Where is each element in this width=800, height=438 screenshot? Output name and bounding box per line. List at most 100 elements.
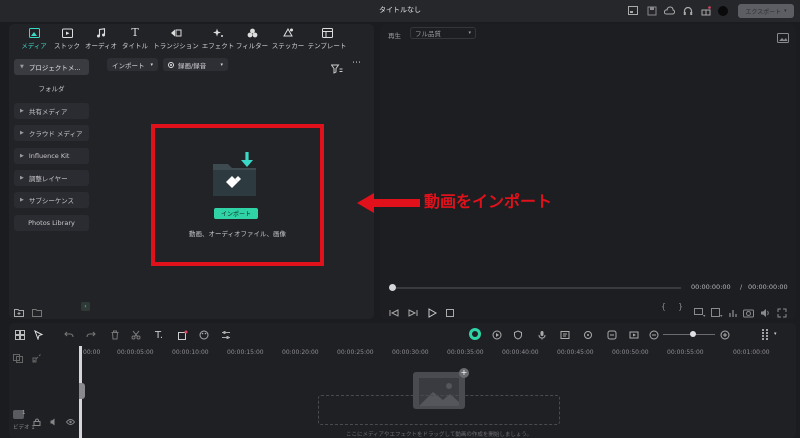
sidebar-item-project-media[interactable]: ▼ プロジェクトメ...	[14, 59, 89, 75]
filter-sort-icon[interactable]	[330, 59, 343, 74]
template-icon	[321, 28, 333, 38]
tab-titles[interactable]: T タイトル	[115, 26, 155, 52]
microphone-icon[interactable]	[536, 329, 548, 341]
volume-icon[interactable]	[760, 303, 771, 317]
voiceover-icon[interactable]	[559, 329, 571, 341]
stop-icon[interactable]	[445, 303, 455, 317]
more-options-icon[interactable]: ⋯	[352, 58, 361, 68]
sidebar-item-label: クラウド メディア	[28, 130, 83, 138]
sidebar-item-label: サブシーケンス	[28, 197, 75, 205]
select-pointer-icon[interactable]	[33, 329, 45, 341]
audio-meter-icon[interactable]	[728, 303, 738, 317]
speaker-icon[interactable]	[50, 411, 58, 426]
tab-label: メディア	[21, 42, 47, 50]
sidebar-item-folder[interactable]: フォルダ	[14, 80, 89, 96]
avatar[interactable]	[718, 6, 728, 16]
import-dropdown-label: インポート	[112, 61, 145, 70]
import-hint-text: 動画、オーディオファイル、画像	[188, 230, 287, 238]
record-icon	[168, 61, 174, 68]
quality-dropdown[interactable]: フル品質 ▾	[410, 27, 476, 39]
playhead-grip[interactable]	[79, 383, 85, 399]
collapse-sidebar-icon[interactable]: ‹	[81, 302, 90, 311]
eye-icon[interactable]	[65, 411, 76, 425]
lock-icon[interactable]	[33, 411, 41, 426]
gift-icon[interactable]	[700, 5, 711, 16]
add-media-icon[interactable]: +	[459, 368, 469, 378]
ruler-label: 00:00:05:00	[117, 349, 154, 356]
export-button[interactable]: エクスポート ▾	[738, 4, 794, 18]
sidebar-item-photos-library[interactable]: Photos Library	[14, 215, 89, 231]
fullscreen-render-icon[interactable]	[711, 303, 723, 317]
scissors-icon[interactable]	[130, 329, 142, 341]
zoom-slider-thumb[interactable]	[690, 331, 696, 337]
annotation-label: 動画をインポート	[424, 192, 553, 211]
mark-out-icon[interactable]: }	[678, 302, 683, 311]
sidebar-item-shared-media[interactable]: ▶ 共有メディア	[14, 103, 89, 119]
tab-transitions[interactable]: トランジション	[153, 28, 199, 52]
import-dropdown[interactable]: インポート ▾	[107, 58, 158, 71]
media-icon	[28, 28, 40, 38]
zoom-in-icon[interactable]	[719, 329, 731, 341]
display-settings-icon[interactable]	[694, 303, 706, 317]
sidebar-item-cloud-media[interactable]: ▶ クラウド メディア	[14, 125, 89, 141]
delete-icon[interactable]	[109, 329, 121, 341]
playhead-handle[interactable]	[389, 284, 396, 291]
link-icon[interactable]	[32, 348, 42, 363]
triangle-down-icon: ▼	[20, 64, 24, 70]
camera-snapshot-icon[interactable]	[743, 303, 754, 318]
headset-icon[interactable]	[682, 5, 693, 16]
sidebar-item-adjustment-layer[interactable]: ▶ 調整レイヤー	[14, 170, 89, 186]
text-t-icon: T	[131, 26, 139, 39]
mark-in-icon[interactable]: {	[661, 302, 666, 311]
export-label: エクスポート	[745, 8, 782, 16]
chevron-down-icon: ▾	[468, 30, 471, 36]
shield-icon[interactable]	[512, 329, 524, 341]
ai-effect-icon[interactable]	[582, 329, 594, 341]
record-dropdown[interactable]: 録画/録音 ▾	[163, 58, 228, 71]
adjust-sliders-icon[interactable]	[220, 329, 232, 341]
step-back-icon[interactable]	[389, 303, 399, 317]
import-folder-icon[interactable]	[210, 150, 260, 198]
layout-options-icon[interactable]	[760, 329, 772, 341]
chevron-down-icon[interactable]: ▾	[774, 331, 777, 337]
render-toggle-icon[interactable]	[469, 328, 481, 340]
import-button[interactable]: インポート	[214, 208, 258, 219]
zoom-slider-track[interactable]	[663, 334, 715, 335]
undo-icon[interactable]	[63, 329, 75, 341]
step-forward-icon[interactable]	[408, 303, 418, 317]
redo-icon[interactable]	[85, 329, 97, 341]
triangle-right-icon: ▶	[20, 197, 24, 203]
sidebar-item-influence-kit[interactable]: ▶ Influence Kit	[14, 148, 89, 164]
new-folder-icon[interactable]	[14, 302, 24, 317]
ruler-label: 00:00:40:00	[502, 349, 539, 356]
snapshot-image-icon[interactable]	[777, 28, 789, 43]
ruler-label: 00:00:10:00	[172, 349, 209, 356]
speed-icon[interactable]	[628, 329, 640, 341]
snap-icon[interactable]	[606, 329, 618, 341]
tab-stickers[interactable]: ステッカー	[268, 28, 308, 52]
play-icon[interactable]	[427, 303, 438, 318]
tab-label: オーディオ	[84, 42, 118, 50]
crop-icon[interactable]	[176, 329, 188, 341]
chevron-down-icon: ▾	[150, 61, 153, 68]
ruler-label: 00:00:20:00	[282, 349, 319, 356]
preview-progress-bar[interactable]	[392, 287, 681, 289]
layout-grid-icon[interactable]	[14, 329, 26, 341]
sidebar-item-subsequence[interactable]: ▶ サブシーケンス	[14, 192, 89, 208]
chevron-down-icon: ▾	[220, 61, 223, 68]
play-circle-icon[interactable]	[491, 329, 503, 341]
sidebar-item-label: フォルダ	[38, 85, 65, 93]
fullscreen-icon[interactable]	[777, 303, 787, 318]
folder-icon[interactable]	[32, 302, 42, 317]
cloud-icon[interactable]	[664, 5, 675, 16]
color-palette-icon[interactable]	[198, 329, 210, 341]
save-icon[interactable]	[646, 5, 657, 16]
layout-icon[interactable]	[627, 5, 638, 16]
tab-templates[interactable]: テンプレート	[307, 28, 347, 52]
timeline-drop-zone[interactable]	[318, 395, 560, 425]
add-track-icon[interactable]	[13, 348, 23, 363]
triangle-right-icon: ▶	[20, 130, 24, 136]
add-text-icon[interactable]: T.	[153, 329, 165, 341]
zoom-out-icon[interactable]	[648, 329, 660, 341]
tab-filters[interactable]: フィルター	[232, 28, 272, 52]
